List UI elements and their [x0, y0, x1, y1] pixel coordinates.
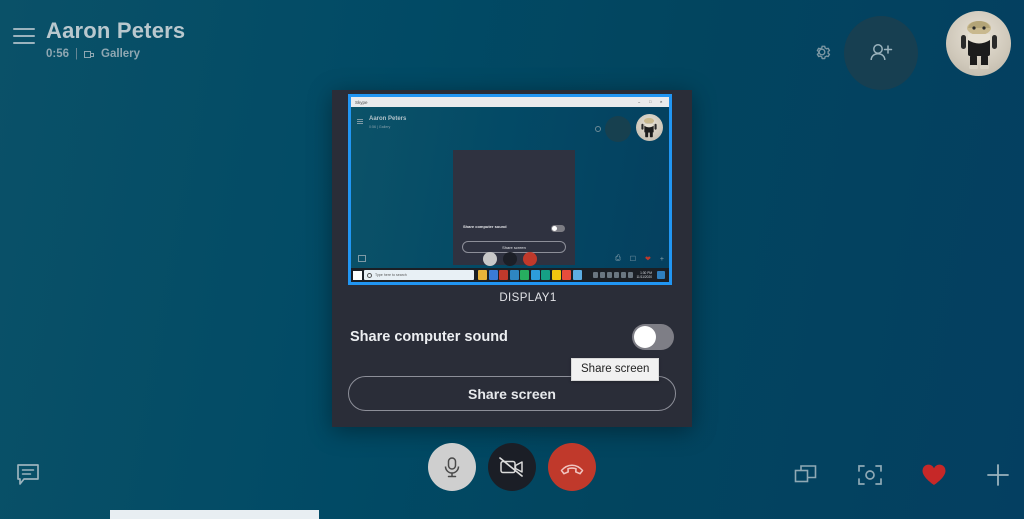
- inner-system-tray: 1:30 PM 11/11/2020: [592, 271, 667, 279]
- avatar-droid-icon: [960, 21, 997, 69]
- inner-camera-button: [503, 252, 517, 266]
- taskbar-peek-strip: [110, 510, 319, 519]
- inner-avatar: [636, 114, 663, 141]
- end-call-button[interactable]: [548, 443, 596, 491]
- inner-hamburger-icon: [357, 119, 363, 124]
- share-computer-sound-toggle[interactable]: [632, 324, 674, 350]
- share-screen-button[interactable]: Share screen: [348, 376, 676, 411]
- inner-end-call-button: [523, 252, 537, 266]
- call-title-block: Aaron Peters 0:56 | Gallery: [46, 18, 185, 60]
- inner-windows-taskbar: Type here to search 1:30 PM 11/11/2020: [351, 268, 669, 282]
- minimize-icon: –: [638, 99, 641, 104]
- close-icon: ×: [660, 99, 663, 104]
- gallery-layout-icon: [84, 50, 95, 59]
- maximize-icon: □: [649, 99, 652, 104]
- plus-icon: [987, 464, 1009, 486]
- inner-search-icon: [367, 272, 372, 278]
- camera-off-icon: [499, 457, 523, 477]
- gear-icon: [816, 45, 831, 60]
- inner-heart-icon: ❤: [645, 256, 651, 263]
- screen-share-icon: [794, 465, 817, 483]
- call-duration: 0:56: [46, 48, 70, 60]
- inner-search-placeholder: Type here to search: [375, 273, 407, 277]
- microphone-icon: [444, 457, 460, 478]
- call-header: Aaron Peters 0:56 | Gallery: [0, 0, 1024, 104]
- share-screen-tooltip: Share screen: [571, 358, 660, 381]
- reaction-button[interactable]: [920, 461, 948, 489]
- call-subtitle: 0:56 | Gallery: [46, 48, 185, 60]
- skype-call-window: Aaron Peters 0:56 | Gallery Skype – □ × …: [0, 0, 1024, 519]
- inner-snapshot-icon: ☐: [629, 256, 637, 263]
- share-computer-sound-label: Share computer sound: [350, 329, 508, 345]
- inner-call-title: Aaron Peters: [369, 116, 407, 122]
- more-options-button[interactable]: [984, 461, 1012, 489]
- inner-call-window: Aaron Peters 0:56 | Gallery Share comput…: [351, 107, 669, 268]
- inner-screen-share-icon: ⎙: [615, 255, 621, 262]
- inner-sound-toggle: [551, 225, 565, 232]
- inner-window-controls: – □ ×: [638, 100, 664, 104]
- inner-window-titlebar: Skype – □ ×: [351, 97, 669, 107]
- add-person-button[interactable]: [844, 16, 918, 90]
- inner-taskbar-clock-date: 11/11/2020: [636, 275, 652, 279]
- settings-button[interactable]: [808, 38, 836, 66]
- layout-mode-label: Gallery: [101, 48, 141, 60]
- inner-gear-icon: [595, 126, 601, 132]
- toggle-knob: [634, 326, 656, 348]
- inner-share-dialog: Share computer sound Share screen: [453, 150, 575, 265]
- add-person-icon: [870, 44, 893, 61]
- inner-taskbar-apps: [478, 270, 582, 280]
- inner-notification-icon: [657, 271, 665, 279]
- inner-right-controls: ⎙ ☐ ❤ +: [615, 255, 664, 263]
- display-preview[interactable]: Skype – □ × Aaron Peters 0:56 | Gallery: [348, 94, 672, 285]
- secondary-call-controls: [792, 461, 1012, 489]
- display-name-label: DISPLAY1: [499, 292, 557, 304]
- avatar[interactable]: [946, 11, 1011, 76]
- inner-call-subtitle: 0:56 | Gallery: [369, 125, 391, 129]
- inner-window-title: Skype: [355, 99, 368, 105]
- inner-mic-button: [483, 252, 497, 266]
- screen-share-button[interactable]: [792, 461, 820, 489]
- snapshot-button[interactable]: [856, 461, 884, 489]
- heart-icon: [922, 464, 946, 485]
- hamburger-icon[interactable]: [13, 28, 35, 44]
- display-thumbnail-option[interactable]: Skype – □ × Aaron Peters 0:56 | Gallery: [348, 94, 676, 304]
- inner-taskbar-search: Type here to search: [364, 270, 474, 280]
- inner-sound-label: Share computer sound: [463, 224, 507, 229]
- camera-button[interactable]: [488, 443, 536, 491]
- mic-button[interactable]: [428, 443, 476, 491]
- page-title: Aaron Peters: [46, 18, 186, 43]
- inner-plus-icon: +: [659, 255, 664, 263]
- inner-add-person-button: [605, 116, 631, 142]
- inner-avatar-droid-icon: [641, 117, 657, 138]
- subtitle-separator: |: [75, 48, 79, 60]
- snapshot-icon: [858, 465, 882, 485]
- share-computer-sound-row: Share computer sound: [332, 316, 692, 358]
- end-call-icon: [560, 464, 584, 475]
- inner-start-icon: [353, 270, 362, 280]
